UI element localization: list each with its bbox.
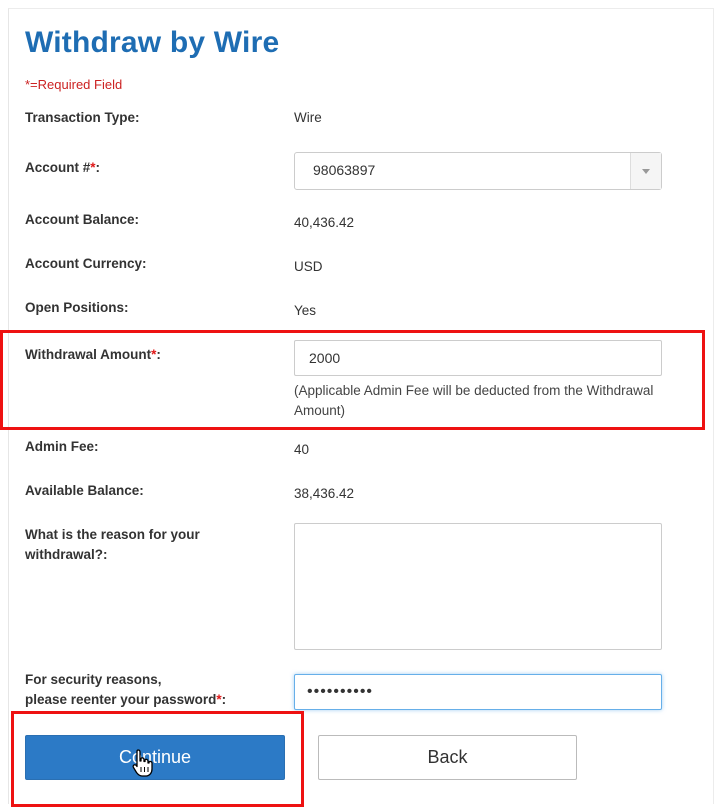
withdrawal-amount-label-suffix: : xyxy=(156,347,161,362)
page-title: Withdraw by Wire xyxy=(25,26,280,59)
password-label-line2: please reenter your password*: xyxy=(25,690,226,710)
required-field-note: *=Required Field xyxy=(25,77,123,92)
open-positions-value: Yes xyxy=(294,303,317,318)
account-balance-label: Account Balance: xyxy=(25,212,140,227)
password-input[interactable]: •••••••••• xyxy=(294,674,662,710)
account-currency-label: Account Currency: xyxy=(25,256,147,271)
account-select[interactable]: 98063897 xyxy=(294,152,662,190)
withdrawal-amount-label-text: Withdrawal Amount xyxy=(25,347,152,362)
reason-textarea[interactable] xyxy=(294,523,662,650)
password-label-line1: For security reasons, xyxy=(25,672,162,687)
reason-label-line1: What is the reason for your xyxy=(25,527,200,542)
transaction-type-value: Wire xyxy=(294,110,322,125)
password-label-suffix: : xyxy=(221,692,227,707)
withdrawal-amount-hint: (Applicable Admin Fee will be deducted f… xyxy=(294,383,654,418)
password-label-line2-text: please reenter your password xyxy=(25,692,217,707)
password-label: For security reasons, please reenter you… xyxy=(25,670,226,710)
account-balance-value: 40,436.42 xyxy=(294,215,355,230)
open-positions-label: Open Positions: xyxy=(25,300,129,315)
continue-button[interactable]: Continue xyxy=(25,735,285,780)
account-label-text: Account # xyxy=(25,160,91,175)
account-label-suffix: : xyxy=(95,160,101,175)
account-selected-value: 98063897 xyxy=(313,162,376,178)
withdrawal-amount-label: Withdrawal Amount*: xyxy=(25,345,161,365)
available-balance-value: 38,436.42 xyxy=(294,486,355,501)
reason-label-line2: withdrawal?: xyxy=(25,547,108,562)
withdrawal-amount-input[interactable]: 2000 xyxy=(294,340,662,376)
back-button[interactable]: Back xyxy=(318,735,577,780)
admin-fee-value: 40 xyxy=(294,442,310,457)
hand-pointer-icon xyxy=(131,748,155,783)
available-balance-label: Available Balance: xyxy=(25,483,144,498)
chevron-down-icon[interactable] xyxy=(630,153,661,189)
account-label: Account #*: xyxy=(25,158,100,178)
reason-label: What is the reason for your withdrawal?: xyxy=(25,525,200,565)
account-currency-value: USD xyxy=(294,259,323,274)
transaction-type-label: Transaction Type: xyxy=(25,110,140,125)
admin-fee-label: Admin Fee: xyxy=(25,439,99,454)
